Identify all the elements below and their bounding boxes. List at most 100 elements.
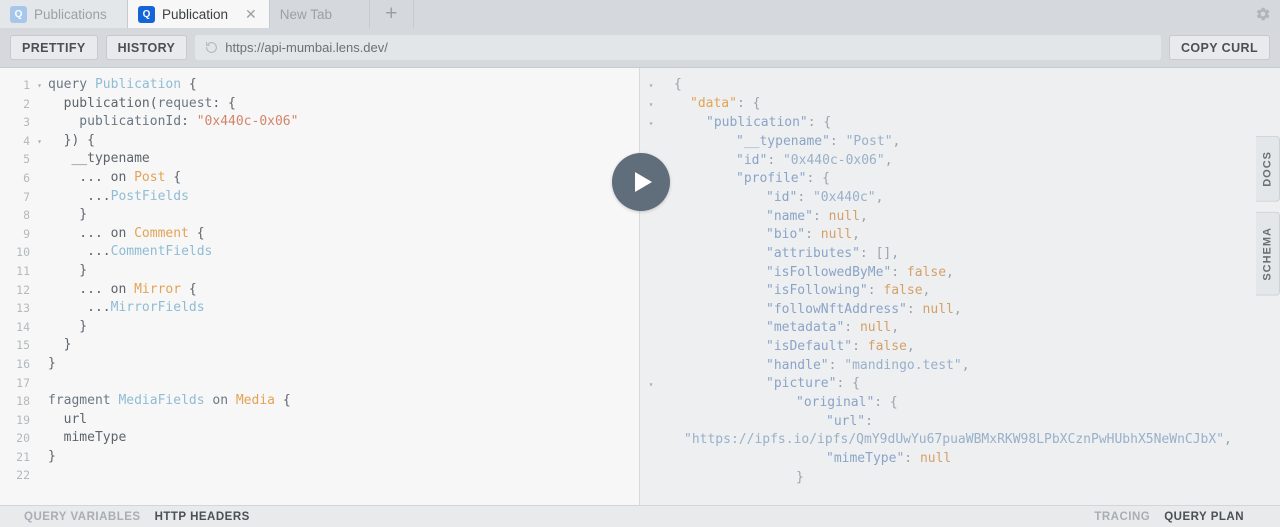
tab-publications[interactable]: Q Publications: [0, 0, 128, 28]
editor-line-text: ... on Post {: [48, 169, 182, 185]
fold-toggle-icon[interactable]: ▾: [640, 114, 662, 133]
response-line: "metadata": null,: [640, 319, 1280, 338]
response-line: "id": "0x440c",: [640, 189, 1280, 208]
line-number: 12: [16, 282, 30, 297]
response-line: ▾ "publication": {: [640, 114, 1280, 133]
tab-publication[interactable]: Q Publication ✕: [128, 0, 270, 28]
response-line-text: "name": null,: [766, 208, 868, 224]
fold-toggle-icon[interactable]: ▾: [640, 95, 662, 114]
side-tab-schema[interactable]: SCHEMA: [1256, 211, 1280, 296]
response-line-text: "isFollowedByMe": false,: [766, 264, 954, 280]
response-line-text: }: [796, 469, 804, 485]
response-line-text: "profile": {: [736, 171, 830, 187]
line-number: 18: [16, 394, 30, 409]
editor-line: 17: [0, 374, 639, 393]
query-editor-code[interactable]: 1 ▾ query Publication {2 publication(reque…: [0, 68, 639, 485]
side-tab-docs[interactable]: DOCS: [1256, 136, 1280, 202]
response-json: ▾{▾ "data": {▾ "publication": {"__typename…: [640, 68, 1280, 487]
editor-line-text: }: [48, 337, 72, 353]
bottom-bar-right-tabs: TRACING QUERY PLAN: [1094, 511, 1280, 523]
editor-line: 6 ... on Post {: [0, 169, 639, 188]
editor-line-text: ...PostFields: [48, 188, 189, 204]
editor-line: 5 __typename: [0, 150, 639, 169]
line-number: 2: [23, 96, 30, 111]
response-line-text: {: [674, 77, 682, 92]
tab-bar: Q Publications Q Publication ✕ New Tab +: [0, 0, 1280, 28]
editor-line: 16}: [0, 355, 639, 374]
execute-query-button[interactable]: [612, 153, 670, 211]
tab-label: New Tab: [279, 6, 333, 22]
bottom-tab-tracing[interactable]: TRACING: [1094, 511, 1150, 523]
editor-line: 12 ... on Mirror {: [0, 281, 639, 300]
new-tab-button[interactable]: +: [369, 0, 414, 28]
editor-line-text: [45, 374, 48, 393]
editor-line-text: }) {: [48, 132, 95, 148]
editor-line-text: __typename: [48, 151, 150, 167]
response-pane[interactable]: ▾{▾ "data": {▾ "publication": {"__typename…: [640, 68, 1280, 505]
close-icon[interactable]: ✕: [235, 7, 257, 21]
query-badge-icon: Q: [10, 5, 27, 23]
response-line-text: "picture": {: [766, 376, 860, 392]
bottom-tab-query-variables[interactable]: QUERY VARIABLES: [24, 511, 141, 523]
response-line: "url":: [640, 413, 1280, 432]
response-line-text: "__typename": "Post",: [736, 134, 901, 149]
bottom-bar: QUERY VARIABLES HTTP HEADERS TRACING QUERY…: [0, 505, 1280, 527]
line-number: 14: [16, 319, 30, 334]
fold-toggle-icon[interactable]: ▾: [640, 76, 662, 95]
tab-label: Publication: [162, 6, 229, 22]
editor-line-text: }: [48, 207, 88, 223]
response-line: "mimeType": null: [640, 450, 1280, 469]
query-badge-icon: Q: [138, 5, 155, 23]
line-number: 1: [23, 78, 30, 92]
endpoint-url-input[interactable]: https://api-mumbai.lens.dev/: [195, 35, 1161, 60]
copy-curl-button[interactable]: COPY CURL: [1169, 35, 1270, 60]
fold-toggle-icon[interactable]: ▾: [640, 375, 662, 394]
editor-line: 3 publicationId: "0x440c-0x06": [0, 113, 639, 132]
bottom-tab-http-headers[interactable]: HTTP HEADERS: [155, 511, 250, 523]
endpoint-url-value: https://api-mumbai.lens.dev/: [225, 40, 388, 55]
editor-line: 20 mimeType: [0, 429, 639, 448]
editor-line: 21}: [0, 448, 639, 467]
prettify-button[interactable]: PRETTIFY: [10, 35, 98, 60]
editor-line-text: ...MirrorFields: [48, 300, 205, 316]
bottom-tab-query-plan[interactable]: QUERY PLAN: [1164, 511, 1244, 523]
editor-line-text: publication(request: {: [48, 95, 236, 111]
editor-line-text: [45, 466, 48, 485]
response-line: "__typename": "Post",: [640, 133, 1280, 152]
response-line: ▾"profile": {: [640, 170, 1280, 189]
gear-icon[interactable]: [1246, 0, 1280, 28]
query-editor-pane[interactable]: 1 ▾ query Publication {2 publication(reque…: [0, 68, 640, 505]
line-number: 16: [16, 356, 30, 371]
response-line-text: "mimeType": null: [826, 450, 952, 466]
response-line: ▾{: [640, 76, 1280, 95]
tab-label: Publications: [34, 6, 107, 22]
line-number: 22: [16, 468, 30, 483]
response-line-text: "data": {: [690, 96, 761, 111]
line-number: 19: [16, 412, 30, 427]
fold-toggle-icon[interactable]: ▾: [34, 76, 45, 95]
history-button[interactable]: HISTORY: [105, 35, 188, 60]
editor-line-text: fragment MediaFields on Media {: [48, 393, 291, 409]
line-number: 20: [16, 431, 30, 446]
editor-line: 13 ...MirrorFields: [0, 299, 639, 318]
editor-line: 10 ...CommentFields: [0, 243, 639, 262]
fold-toggle-icon[interactable]: ▾: [34, 132, 45, 151]
response-line: "isFollowing": false,: [640, 282, 1280, 301]
editor-line-text: ... on Comment {: [48, 225, 205, 241]
tab-new-tab[interactable]: New Tab: [269, 0, 370, 28]
